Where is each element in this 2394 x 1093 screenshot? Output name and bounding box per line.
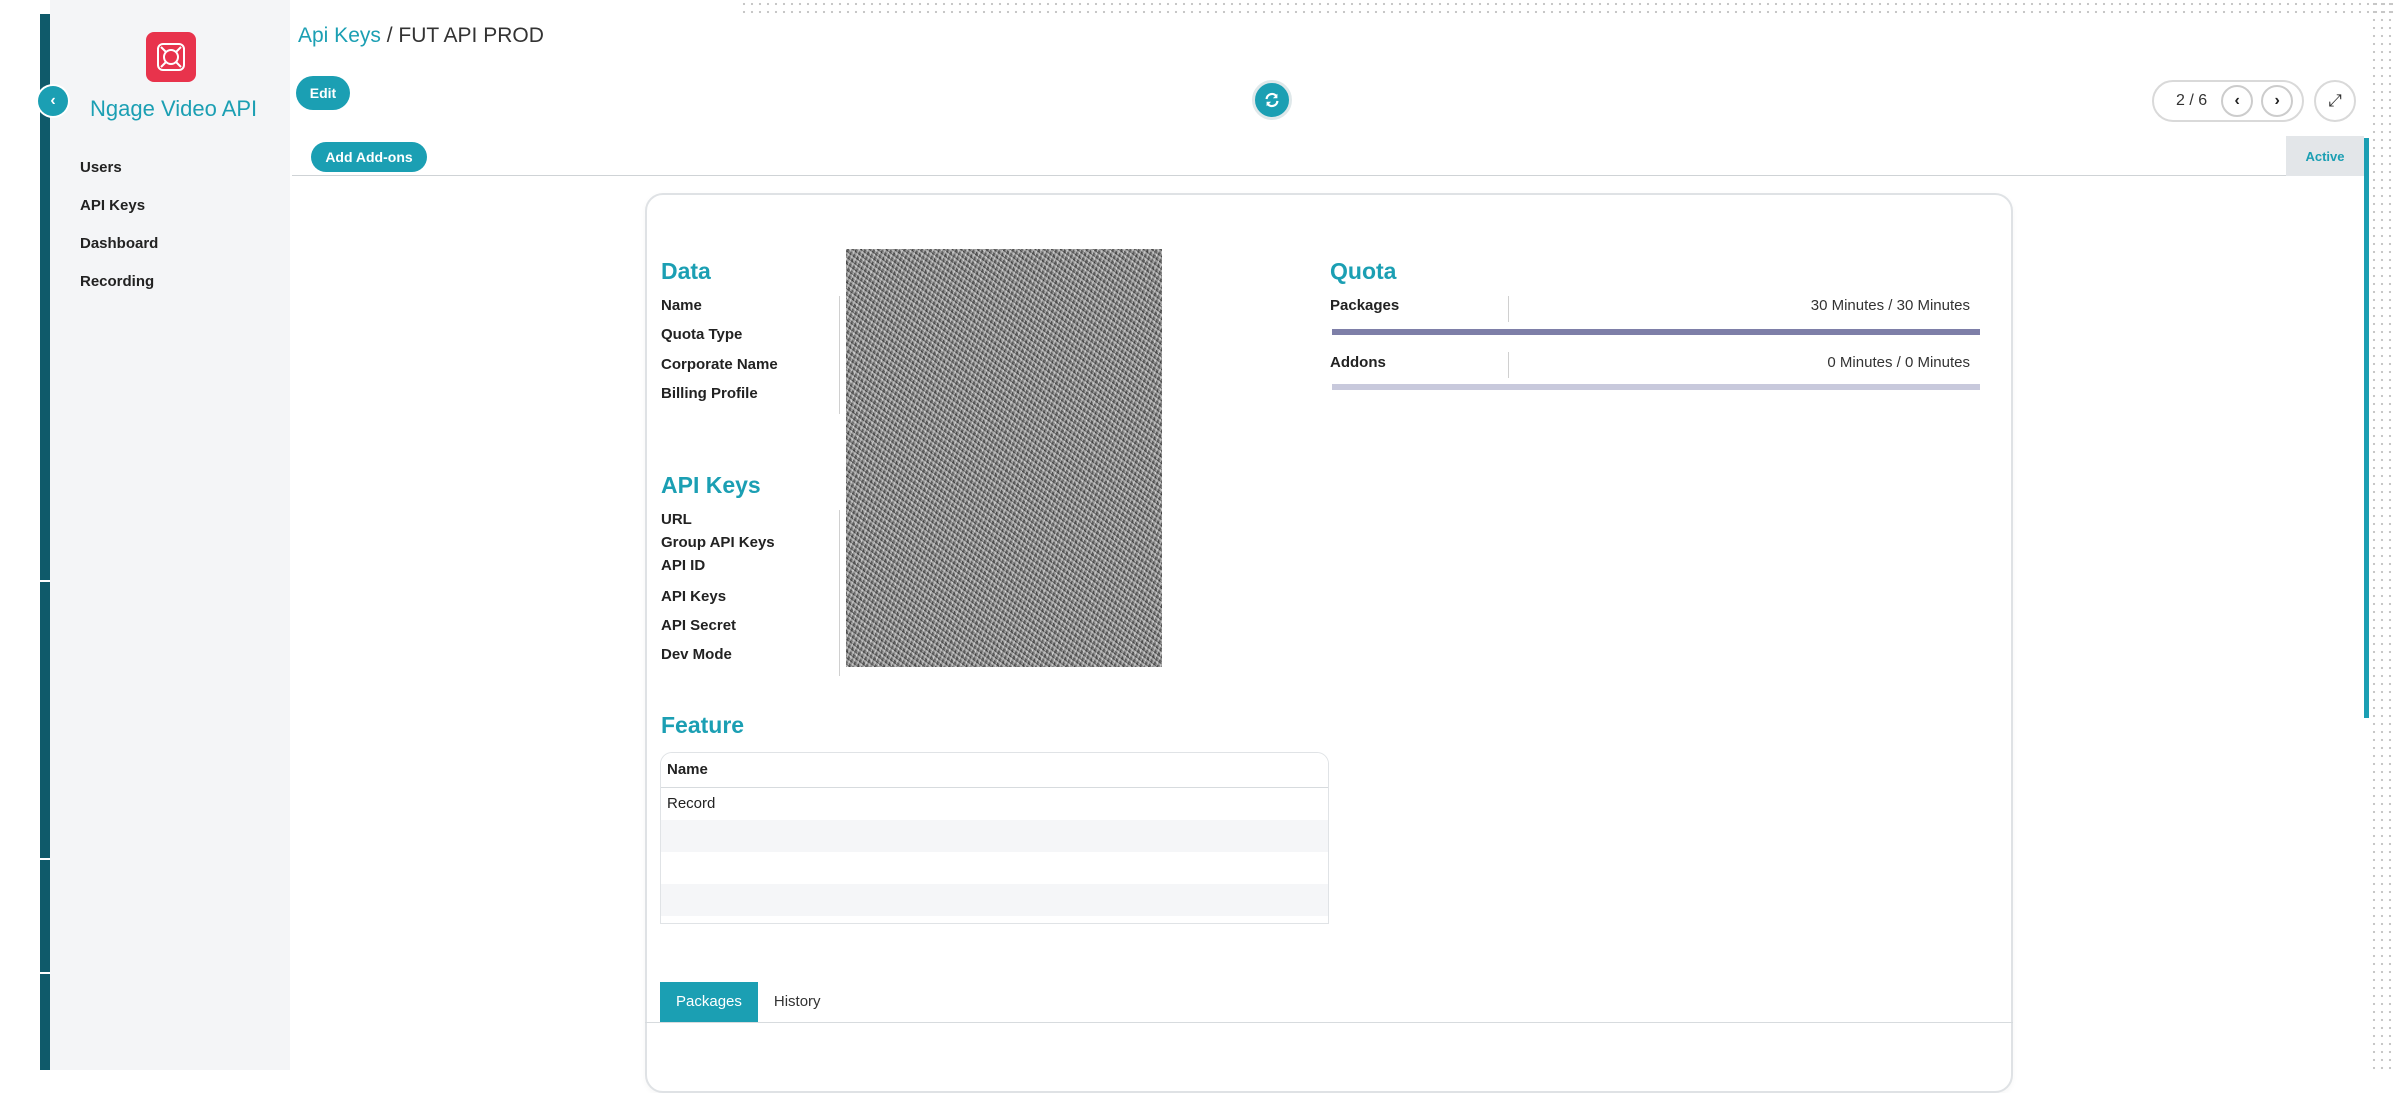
logo-mark xyxy=(157,43,185,71)
table-row[interactable]: Record xyxy=(661,788,1328,820)
pager-counter: 2 / 6 xyxy=(2176,92,2208,109)
field-label-corporate-name: Corporate Name xyxy=(661,356,778,373)
sync-button[interactable] xyxy=(1252,80,1292,120)
field-label-dev-mode: Dev Mode xyxy=(661,646,732,663)
quota-divider xyxy=(1508,296,1509,322)
quota-addons-progress xyxy=(1332,384,1980,390)
chevron-left-icon: ‹ xyxy=(2234,92,2240,109)
scrollbar[interactable] xyxy=(2364,138,2369,718)
field-label-api-keys: API Keys xyxy=(661,588,727,605)
tab-packages[interactable]: Packages xyxy=(660,982,758,1022)
breadcrumb-parent-link[interactable]: Api Keys xyxy=(298,24,381,47)
field-label-api-secret: API Secret xyxy=(661,617,737,634)
table-row-empty xyxy=(661,884,1328,916)
quota-packages-progress xyxy=(1332,329,1980,335)
quota-addons-value: 0 Minutes / 0 Minutes xyxy=(1827,354,1970,371)
feature-table-header-name[interactable]: Name xyxy=(661,753,1328,788)
quota-packages-label: Packages xyxy=(1330,297,1400,314)
sync-icon xyxy=(1265,92,1279,108)
edit-button[interactable]: Edit xyxy=(296,76,350,110)
edge-tick xyxy=(40,972,50,974)
header-divider xyxy=(292,175,2362,176)
table-row-empty xyxy=(661,852,1328,884)
expand-icon: ⤢ xyxy=(2328,91,2342,110)
field-label-billing-profile: Billing Profile xyxy=(661,385,758,402)
pager-prev-button[interactable]: ‹ xyxy=(2221,85,2254,117)
add-addons-button[interactable]: Add Add-ons xyxy=(311,142,427,172)
quota-divider xyxy=(1508,352,1509,378)
background-texture-right xyxy=(2370,0,2394,1070)
table-row-empty xyxy=(661,820,1328,852)
sidebar-item-api-keys[interactable]: API Keys xyxy=(80,193,158,231)
sidebar-item-recording[interactable]: Recording xyxy=(80,269,158,307)
quota-addons-label: Addons xyxy=(1330,354,1386,371)
record-pager: 2 / 6 ‹ › xyxy=(2152,80,2304,122)
sidebar-item-users[interactable]: Users xyxy=(80,155,158,193)
field-label-quota-type: Quota Type xyxy=(661,326,743,343)
expand-button[interactable]: ⤢ xyxy=(2314,80,2356,122)
field-divider xyxy=(839,510,840,676)
quota-packages-progress-fill xyxy=(1332,329,1980,335)
edge-tick xyxy=(40,580,50,582)
breadcrumb-separator: / xyxy=(380,24,399,47)
sidebar-collapse-button[interactable]: ‹ xyxy=(38,86,68,116)
data-section-title: Data xyxy=(661,258,711,284)
tabs-divider xyxy=(645,1022,2013,1023)
breadcrumb: Api Keys / FUT API PROD xyxy=(298,24,544,48)
api-keys-section-title: API Keys xyxy=(661,472,761,498)
notebook-tabs: Packages History xyxy=(660,982,837,1022)
quota-packages-value: 30 Minutes / 30 Minutes xyxy=(1810,297,1970,314)
feature-table: Name Record xyxy=(660,752,1329,924)
chevron-right-icon: › xyxy=(2274,92,2280,109)
app-edge-bar xyxy=(40,14,50,1070)
edge-tick xyxy=(40,858,50,860)
field-divider xyxy=(839,296,840,414)
background-texture xyxy=(740,0,2394,14)
app-name: Ngage Video API xyxy=(90,96,258,121)
field-label-name: Name xyxy=(661,297,702,314)
sidebar-nav: Users API Keys Dashboard Recording xyxy=(80,155,158,307)
breadcrumb-current: FUT API PROD xyxy=(398,24,544,47)
quota-section-title: Quota xyxy=(1330,258,1397,284)
field-label-api-id: API ID xyxy=(661,557,706,574)
field-label-url: URL xyxy=(661,511,692,528)
chevron-left-icon: ‹ xyxy=(50,92,56,109)
feature-section-title: Feature xyxy=(661,712,745,738)
brand-logo-icon xyxy=(146,32,196,82)
field-label-group-api-keys: Group API Keys xyxy=(661,534,775,551)
redacted-values-image xyxy=(846,249,1162,667)
pager-next-button[interactable]: › xyxy=(2261,85,2294,117)
sidebar-item-dashboard[interactable]: Dashboard xyxy=(80,231,158,269)
status-badge-active[interactable]: Active xyxy=(2286,136,2364,176)
tab-history[interactable]: History xyxy=(758,982,837,1022)
